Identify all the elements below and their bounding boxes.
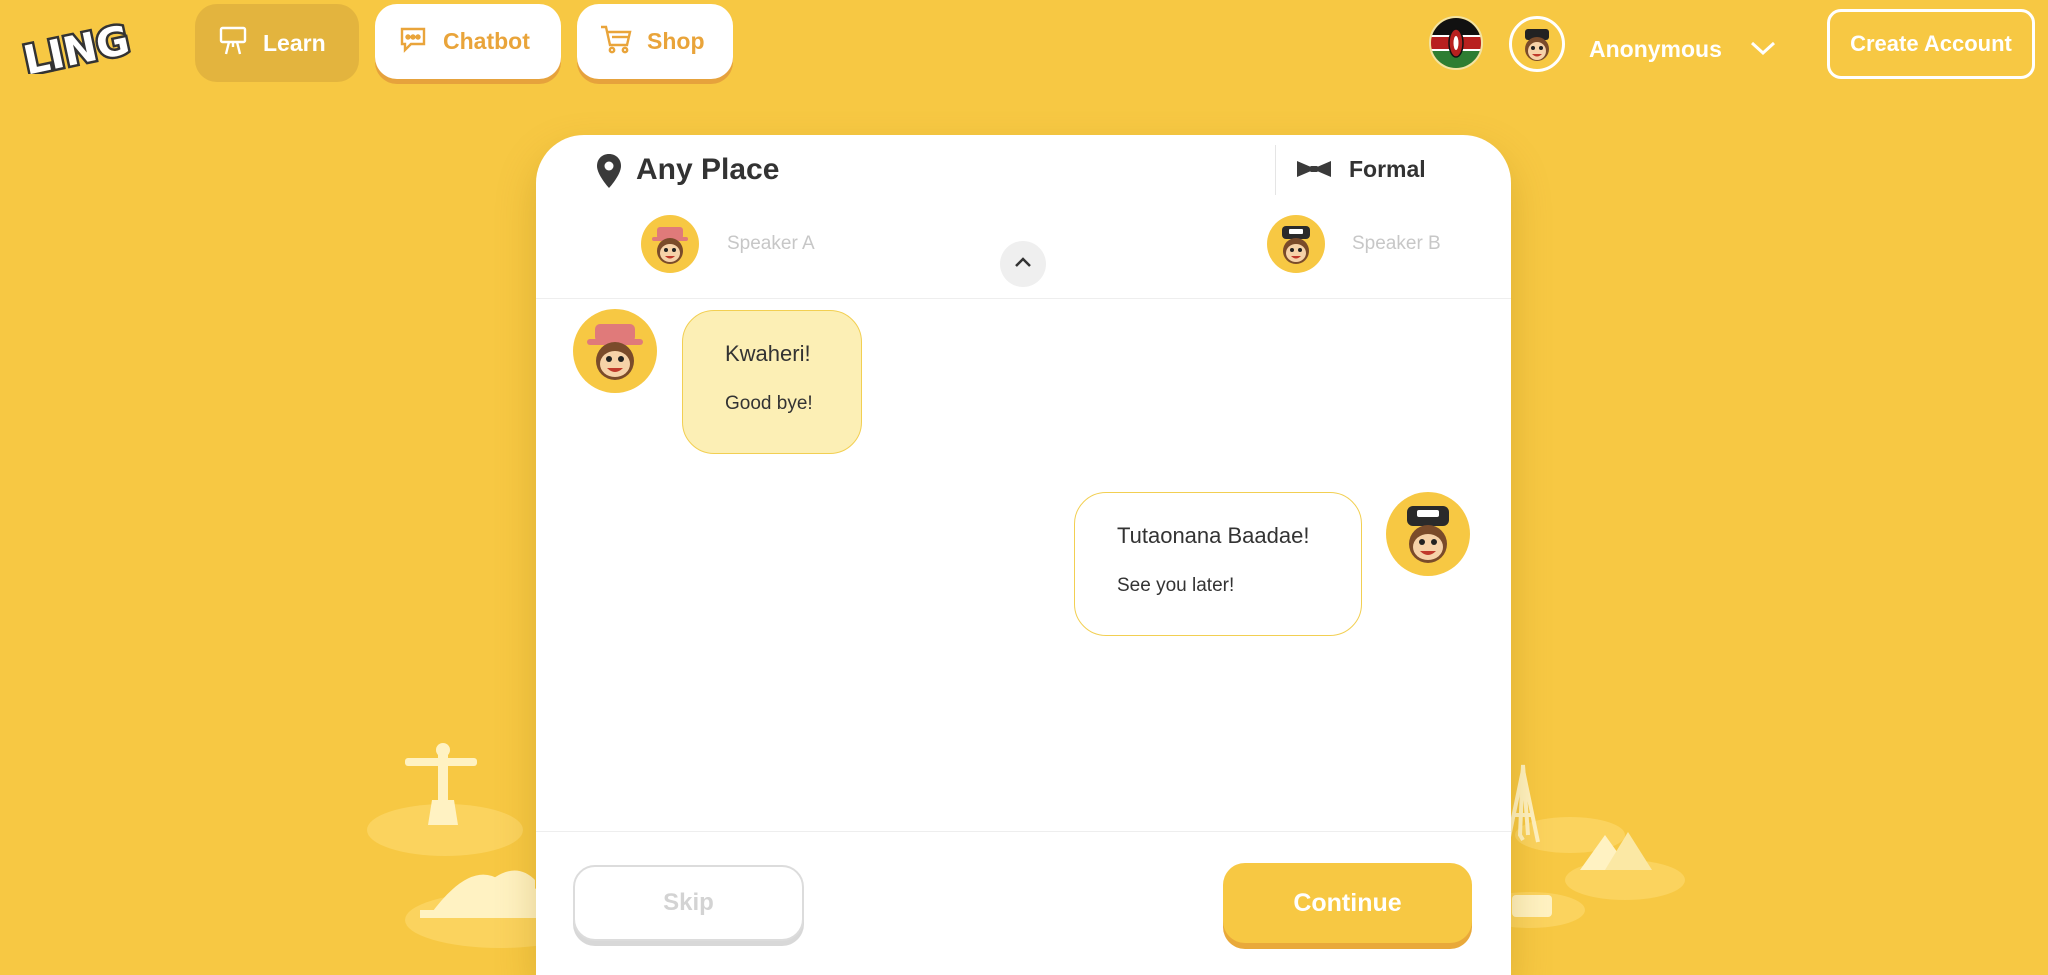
nav-learn-label: Learn <box>263 29 326 56</box>
nav-chatbot-label: Chatbot <box>443 28 530 54</box>
speaker-a-message-avatar <box>573 309 657 393</box>
colosseum-icon <box>1512 895 1552 917</box>
opera-house-icon <box>420 870 550 918</box>
create-account-button[interactable]: Create Account <box>1827 9 2035 79</box>
location-pin-icon <box>596 153 622 194</box>
nav-learn-button[interactable]: Learn <box>195 4 359 82</box>
shopping-cart-icon <box>599 23 633 61</box>
eiffel-tower-icon <box>1506 764 1540 843</box>
christ-redeemer-icon <box>405 743 477 825</box>
nav-shop-label: Shop <box>647 28 705 54</box>
speaker-b-label: Speaker B <box>1352 233 1441 254</box>
message-text: Kwaheri! <box>725 341 811 366</box>
user-avatar[interactable] <box>1509 16 1565 72</box>
language-flag-button[interactable] <box>1429 16 1483 70</box>
user-name[interactable]: Anonymous <box>1589 36 1722 63</box>
conversation-header: Any Place Formal Speaker A Speaker B <box>536 135 1511 299</box>
place-label: Any Place <box>636 153 780 186</box>
pyramids-icon <box>1580 832 1652 870</box>
nav-chatbot-button[interactable]: Chatbot <box>375 4 561 79</box>
chevron-down-icon[interactable] <box>1748 38 1778 63</box>
chat-bubble-icon <box>397 23 429 61</box>
header-divider <box>1275 145 1276 195</box>
speaker-a-avatar <box>641 215 699 273</box>
skip-button[interactable]: Skip <box>573 865 804 941</box>
continue-button[interactable]: Continue <box>1223 863 1472 943</box>
svg-text:LING: LING <box>20 17 134 74</box>
nav-shop-button[interactable]: Shop <box>577 4 733 79</box>
message-translation: Good bye! <box>725 393 813 414</box>
chevron-up-icon <box>1013 255 1033 274</box>
kenya-flag-icon <box>1431 18 1481 68</box>
speaker-a-label: Speaker A <box>727 233 815 254</box>
whiteboard-icon <box>217 24 249 62</box>
speaker-b-message-avatar <box>1386 492 1470 576</box>
speaker-b-avatar <box>1267 215 1325 273</box>
footer-divider <box>536 831 1511 832</box>
ling-logo[interactable]: LING <box>10 4 160 87</box>
message-bubble-b[interactable]: Tutaonana Baadae! See you later! <box>1074 492 1362 636</box>
conversation-card: Any Place Formal Speaker A Speaker B Kwa… <box>536 135 1511 975</box>
message-translation: See you later! <box>1117 575 1235 596</box>
message-text: Tutaonana Baadae! <box>1117 523 1310 548</box>
message-bubble-a[interactable]: Kwaheri! Good bye! <box>682 310 862 454</box>
formality-label: Formal <box>1349 156 1426 182</box>
collapse-header-button[interactable] <box>1000 241 1046 287</box>
bow-tie-icon <box>1296 160 1332 183</box>
